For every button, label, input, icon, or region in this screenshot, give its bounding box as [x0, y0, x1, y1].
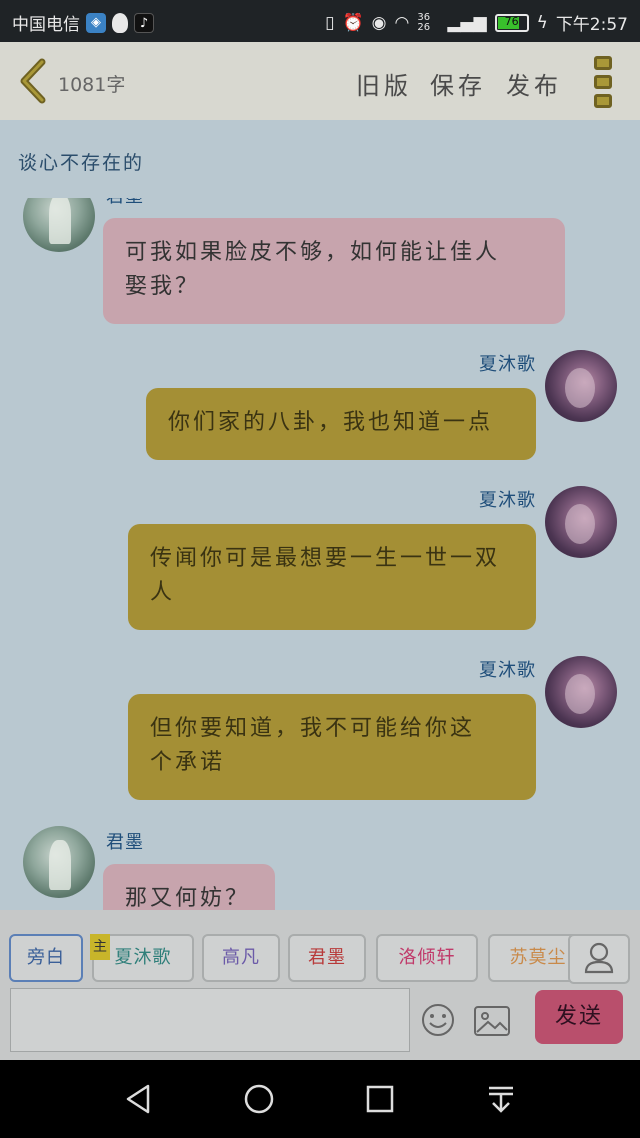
speaker-name: 夏沐歌: [479, 660, 536, 681]
tiktok-icon: ♪: [134, 12, 154, 33]
message-line: 人: [150, 580, 176, 605]
home-circle-icon[interactable]: [242, 1082, 276, 1116]
old-version-button[interactable]: 旧版: [356, 66, 412, 101]
menu-dot-icon: [594, 94, 612, 108]
eye-icon: ◉: [371, 12, 387, 33]
message-bubble[interactable]: 可我如果脸皮不够，如何能让佳人 娶我？: [103, 218, 565, 324]
status-bar: 中国电信 ◈ ♪ ▯ ⏰ ◉ ◠ 36 26 ▂▄▆ 76 ϟ 下午2:57: [0, 0, 640, 42]
role-label: 苏莫尘: [509, 947, 567, 968]
message-line: 但你要知道，我不可能给你这: [150, 716, 476, 741]
composer: 发送: [0, 988, 640, 1060]
more-menu-button[interactable]: [594, 56, 614, 110]
back-triangle-icon[interactable]: [122, 1082, 156, 1116]
avatar[interactable]: [23, 198, 95, 252]
speaker-name: 夏沐歌: [479, 354, 536, 375]
message-line: 娶我？: [125, 274, 201, 299]
shield-icon: ◈: [86, 12, 106, 33]
status-right: ▯ ⏰ ◉ ◠ 36 26 ▂▄▆ 76 ϟ 下午2:57: [325, 10, 628, 35]
manage-roles-button[interactable]: [568, 934, 630, 984]
wifi-icon: ◠: [394, 12, 410, 33]
avatar[interactable]: [545, 656, 617, 728]
image-icon: [474, 1006, 510, 1036]
save-button[interactable]: 保存: [430, 66, 486, 101]
speaker-name: 君墨: [106, 832, 144, 853]
role-luo-qingxuan[interactable]: 洛倾轩: [376, 934, 478, 982]
chevron-left-icon: [20, 58, 46, 104]
message-bubble[interactable]: 但你要知道，我不可能给你这 个承诺: [128, 694, 536, 800]
battery-level: 76: [504, 14, 519, 28]
main-role-tag: 主: [90, 934, 110, 960]
alarm-icon: ⏰: [342, 12, 364, 33]
avatar[interactable]: [23, 826, 95, 898]
send-button[interactable]: 发送: [535, 990, 623, 1044]
message-bubble[interactable]: 传闻你可是最想要一生一世一双 人: [128, 524, 536, 630]
chat-area[interactable]: 君墨 可我如果脸皮不够，如何能让佳人 娶我？ 夏沐歌 你们家的八卦，我也知道一点…: [0, 198, 640, 910]
clock: 下午2:57: [555, 15, 628, 35]
notification-pulldown-icon[interactable]: [484, 1082, 518, 1116]
role-jun-mo[interactable]: 君墨: [288, 934, 366, 982]
role-gao-fan[interactable]: 高凡: [202, 934, 280, 982]
message-bubble[interactable]: 你们家的八卦，我也知道一点: [146, 388, 536, 460]
speaker-name: 君墨: [106, 198, 144, 208]
message-input[interactable]: [10, 988, 410, 1052]
story-title[interactable]: 谈心不存在的: [18, 148, 144, 175]
publish-button[interactable]: 发布: [506, 66, 562, 101]
signal-icon: ▂▄▆: [447, 12, 487, 33]
message-line: 你们家的八卦，我也知道一点: [168, 410, 494, 435]
menu-dot-icon: [594, 56, 612, 70]
image-button[interactable]: [472, 1004, 512, 1038]
role-label: 君墨: [308, 947, 346, 968]
avatar[interactable]: [545, 486, 617, 558]
message-bubble[interactable]: 那又何妨？: [103, 864, 275, 910]
role-narrator[interactable]: 旁白: [9, 934, 83, 982]
role-label: 夏沐歌: [114, 947, 172, 968]
carrier-label: 中国电信: [12, 15, 80, 35]
person-icon: [584, 942, 614, 974]
recents-square-icon[interactable]: [363, 1082, 397, 1116]
role-label: 高凡: [222, 947, 260, 968]
network-label: 36 26: [417, 11, 431, 33]
role-label: 洛倾轩: [398, 947, 456, 968]
qq-icon: [112, 12, 128, 33]
message-line: 传闻你可是最想要一生一世一双: [150, 546, 501, 571]
menu-dot-icon: [594, 75, 612, 89]
message-line: 个承诺: [150, 750, 226, 775]
emoji-button[interactable]: [420, 1002, 456, 1038]
smiley-icon: [422, 1004, 454, 1036]
role-label: 旁白: [27, 947, 65, 968]
status-left: 中国电信 ◈ ♪: [12, 10, 154, 35]
story-title-bar: 谈心不存在的: [0, 120, 640, 198]
message-line: 可我如果脸皮不够，如何能让佳人: [125, 240, 501, 265]
system-nav-bar: [0, 1060, 640, 1138]
editor-header: 1081字 旧版 保存 发布: [0, 42, 640, 120]
avatar[interactable]: [545, 350, 617, 422]
message-line: 那又何妨？: [125, 886, 251, 910]
word-count: 1081字: [58, 74, 126, 96]
vibrate-icon: ▯: [325, 12, 335, 33]
back-button[interactable]: [16, 58, 50, 104]
charging-icon: ϟ: [536, 12, 548, 33]
battery-icon: 76: [494, 13, 529, 32]
speaker-name: 夏沐歌: [479, 490, 536, 511]
